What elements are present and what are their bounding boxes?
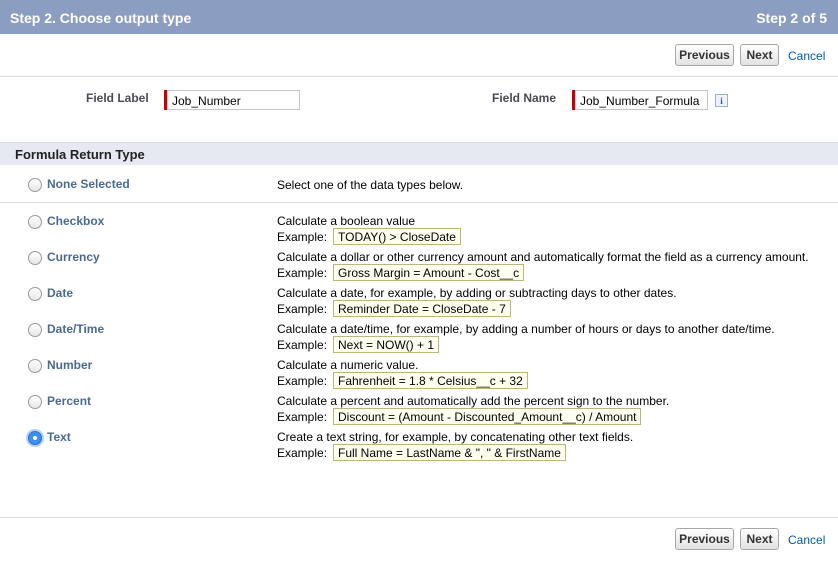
section-title: Formula Return Type	[15, 147, 145, 162]
radio-date-time[interactable]	[28, 323, 42, 337]
example-code: TODAY() > CloseDate	[333, 228, 461, 245]
radio-date[interactable]	[28, 287, 42, 301]
divider	[0, 202, 838, 203]
field-name-label: Field Name	[492, 91, 557, 105]
example-label: Example:	[277, 338, 328, 352]
option-label-percent[interactable]: Percent	[47, 394, 91, 408]
example-label: Example:	[277, 410, 328, 424]
option-description: Calculate a date/time, for example, by a…	[277, 322, 775, 336]
radio-currency[interactable]	[28, 251, 42, 265]
field-label-input[interactable]: Job_Number	[167, 90, 300, 110]
option-description: Calculate a dollar or other currency amo…	[277, 250, 809, 264]
page-header: Step 2. Choose output type Step 2 of 5	[0, 0, 838, 34]
option-label-checkbox[interactable]: Checkbox	[47, 214, 104, 228]
option-description: Calculate a date, for example, by adding…	[277, 286, 677, 300]
option-label-number[interactable]: Number	[47, 358, 92, 372]
option-description: Calculate a boolean value	[277, 214, 416, 228]
option-label-currency[interactable]: Currency	[47, 250, 100, 264]
field-name-input[interactable]: Job_Number_Formula	[575, 90, 708, 110]
step-indicator: Step 2 of 5	[756, 10, 827, 26]
previous-button-bottom[interactable]: Previous	[675, 528, 734, 550]
next-button-top[interactable]: Next	[740, 44, 779, 66]
option-description: Calculate a percent and automatically ad…	[277, 394, 670, 408]
example-label: Example:	[277, 374, 328, 388]
divider	[0, 76, 838, 77]
radio-none-selected[interactable]	[28, 178, 42, 192]
cancel-link-bottom[interactable]: Cancel	[788, 533, 825, 547]
example-code: Gross Margin = Amount - Cost__c	[333, 264, 525, 281]
example-code: Next = NOW() + 1	[333, 336, 440, 353]
radio-text[interactable]	[28, 431, 42, 445]
next-button-bottom[interactable]: Next	[740, 528, 779, 550]
example-label: Example:	[277, 446, 328, 460]
example-label: Example:	[277, 230, 328, 244]
option-description: Calculate a numeric value.	[277, 358, 419, 372]
radio-checkbox[interactable]	[28, 215, 42, 229]
page-title: Step 2. Choose output type	[10, 10, 192, 26]
info-icon[interactable]: i	[715, 94, 728, 107]
section-header: Formula Return Type	[0, 142, 838, 165]
option-description: Create a text string, for example, by co…	[277, 430, 634, 444]
previous-button-top[interactable]: Previous	[675, 44, 734, 66]
field-label-label: Field Label	[86, 91, 149, 105]
example-label: Example:	[277, 302, 328, 316]
cancel-link-top[interactable]: Cancel	[788, 49, 825, 63]
example-code: Full Name = LastName & ", " & FirstName	[333, 444, 566, 461]
example-code: Reminder Date = CloseDate - 7	[333, 300, 511, 317]
example-label: Example:	[277, 266, 328, 280]
option-description: Select one of the data types below.	[277, 178, 464, 192]
option-label-date-time[interactable]: Date/Time	[47, 322, 104, 336]
divider	[0, 517, 838, 518]
option-label-none-selected[interactable]: None Selected	[47, 177, 130, 191]
example-code: Discount = (Amount - Discounted_Amount__…	[333, 408, 642, 425]
radio-percent[interactable]	[28, 395, 42, 409]
option-label-text[interactable]: Text	[47, 430, 71, 444]
radio-number[interactable]	[28, 359, 42, 373]
example-code: Fahrenheit = 1.8 * Celsius__c + 32	[333, 372, 528, 389]
option-label-date[interactable]: Date	[47, 286, 73, 300]
